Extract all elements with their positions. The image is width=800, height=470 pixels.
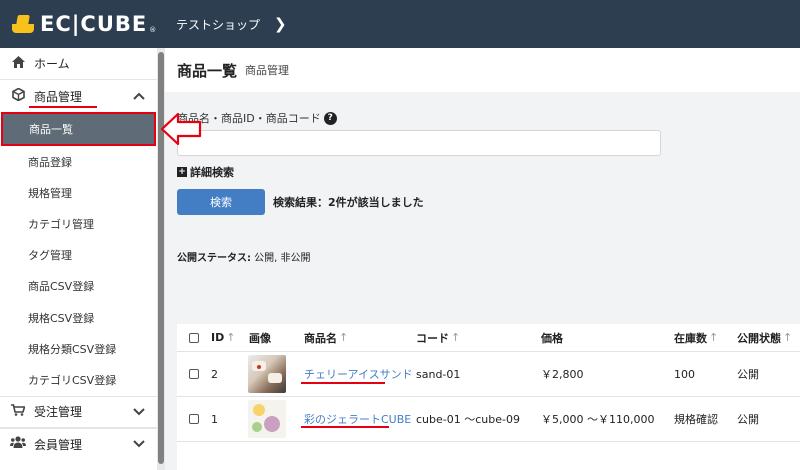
sidebar-item-label: ホーム <box>34 57 70 71</box>
sort-arrow-icon: ↑ <box>709 331 719 344</box>
chevron-down-icon[interactable] <box>133 437 145 451</box>
column-header-stock[interactable]: 在庫数 ↑ <box>674 324 718 351</box>
row-status: 公開 <box>737 368 759 381</box>
row-id: 2 <box>211 367 218 381</box>
search-button[interactable]: 検索 <box>177 189 265 215</box>
chevron-up-icon[interactable] <box>133 89 145 103</box>
detail-search-label: 詳細検索 <box>190 166 234 179</box>
sidebar-subitem-tag-management[interactable]: タグ管理 <box>0 240 157 271</box>
help-icon[interactable]: ? <box>323 111 337 125</box>
column-header-price: 価格 <box>541 331 563 345</box>
sidebar-subitem-class-management[interactable]: 規格管理 <box>0 177 157 208</box>
shop-link[interactable]: テストショップ ❯ <box>176 15 287 33</box>
sidebar-subitem-category-csv[interactable]: カテゴリCSV登録 <box>0 364 157 395</box>
row-price: ￥5,000 〜￥110,000 <box>541 413 655 426</box>
sort-arrow-icon: ↑ <box>226 331 236 344</box>
sidebar-subitem-class-category-csv[interactable]: 規格分類CSV登録 <box>0 333 157 364</box>
annotation-arrow-icon <box>160 112 202 146</box>
row-price: ￥2,800 <box>541 368 584 381</box>
product-thumbnail[interactable] <box>248 400 286 438</box>
sidebar: ホーム 商品管理 商品一覧 商品登録 規格管理 カテゴリ管理 タグ管理 商品CS… <box>0 48 157 470</box>
column-header-status[interactable]: 公開状態 ↑ <box>737 324 792 351</box>
detail-search-toggle[interactable]: + 詳細検索 <box>177 164 234 180</box>
column-header-image: 画像 <box>249 331 271 345</box>
top-header: EC|CUBE ® テストショップ ❯ <box>0 0 800 48</box>
logo-text: EC|CUBE <box>40 12 148 36</box>
column-header-id[interactable]: ID ↑ <box>211 324 235 351</box>
table-header-row: ID ↑ 画像 商品名 ↑ コード ↑ 価格 在庫数 ↑ 公開状態 ↑ <box>177 324 800 352</box>
row-code: sand-01 <box>416 367 461 381</box>
table-row[interactable]: 2 チェリーアイスサンド sand-01 ￥2,800 100 公開 <box>177 352 800 397</box>
select-all-checkbox[interactable] <box>189 332 199 343</box>
sidebar-item-members[interactable]: 会員管理 <box>0 427 157 460</box>
page-title: 商品一覧 <box>177 61 238 80</box>
cart-icon <box>10 403 26 420</box>
logo-registered-mark: ® <box>149 26 157 34</box>
row-stock: 規格確認 <box>674 413 718 426</box>
table-row[interactable]: 1 彩のジェラートCUBE cube-01 〜cube-09 ￥5,000 〜￥… <box>177 397 800 442</box>
sidebar-item-home[interactable]: ホーム <box>0 48 157 80</box>
chevron-right-icon: ❯ <box>274 15 287 33</box>
cube-icon <box>10 87 26 105</box>
row-id: 1 <box>211 412 218 426</box>
chevron-down-icon[interactable] <box>133 405 145 419</box>
search-input[interactable] <box>177 130 661 156</box>
row-status: 公開 <box>737 413 759 426</box>
page-header: 商品一覧 商品管理 <box>165 48 800 92</box>
product-name-link[interactable]: 彩のジェラートCUBE <box>304 411 411 427</box>
sidebar-subitem-product-list[interactable]: 商品一覧 <box>1 112 156 146</box>
row-code: cube-01 〜cube-09 <box>416 413 520 426</box>
row-stock: 100 <box>674 367 695 381</box>
annotation-underline <box>301 382 385 384</box>
sidebar-item-label: 商品管理 <box>34 89 83 104</box>
users-icon <box>10 436 26 452</box>
product-name-link[interactable]: チェリーアイスサンド <box>304 366 413 382</box>
row-checkbox[interactable] <box>189 369 199 379</box>
status-filter-label: 公開ステータス: <box>177 253 251 264</box>
sort-arrow-icon: ↑ <box>339 331 349 344</box>
sidebar-subitem-class-csv[interactable]: 規格CSV登録 <box>0 302 157 333</box>
main-content: 商品一覧 商品管理 商品名・商品ID・商品コード ? + 詳細検索 検索 検索結… <box>165 48 800 470</box>
shop-name: テストショップ <box>176 17 261 32</box>
sidebar-item-label: 会員管理 <box>34 437 83 452</box>
status-filter-value: 公開, 非公開 <box>251 253 311 264</box>
page-breadcrumb: 商品管理 <box>245 64 290 77</box>
annotation-underline <box>29 106 97 108</box>
sidebar-item-orders[interactable]: 受注管理 <box>0 395 157 428</box>
sort-arrow-icon: ↑ <box>451 331 461 344</box>
sidebar-subitem-product-csv[interactable]: 商品CSV登録 <box>0 271 157 302</box>
row-checkbox[interactable] <box>189 414 199 424</box>
ec-cube-logo[interactable]: EC|CUBE ® <box>0 0 160 48</box>
column-header-name[interactable]: 商品名 ↑ <box>304 324 348 351</box>
plus-icon: + <box>177 167 187 177</box>
column-header-code[interactable]: コード ↑ <box>416 324 460 351</box>
sidebar-subitem-category-management[interactable]: カテゴリ管理 <box>0 208 157 239</box>
product-table: ID ↑ 画像 商品名 ↑ コード ↑ 価格 在庫数 ↑ 公開状態 ↑ 2 チェリーアイス… <box>177 324 800 470</box>
sidebar-item-label: 受注管理 <box>34 405 83 419</box>
status-filter-summary: 公開ステータス: 公開, 非公開 <box>177 249 311 264</box>
sort-arrow-icon: ↑ <box>783 331 793 344</box>
search-result-text: 検索結果：2件が該当しました <box>273 196 424 209</box>
home-icon <box>10 55 26 72</box>
sidebar-subitem-product-register[interactable]: 商品登録 <box>0 146 157 177</box>
product-thumbnail[interactable] <box>248 355 286 393</box>
logo-mark-icon <box>12 15 34 33</box>
annotation-underline <box>301 426 389 428</box>
